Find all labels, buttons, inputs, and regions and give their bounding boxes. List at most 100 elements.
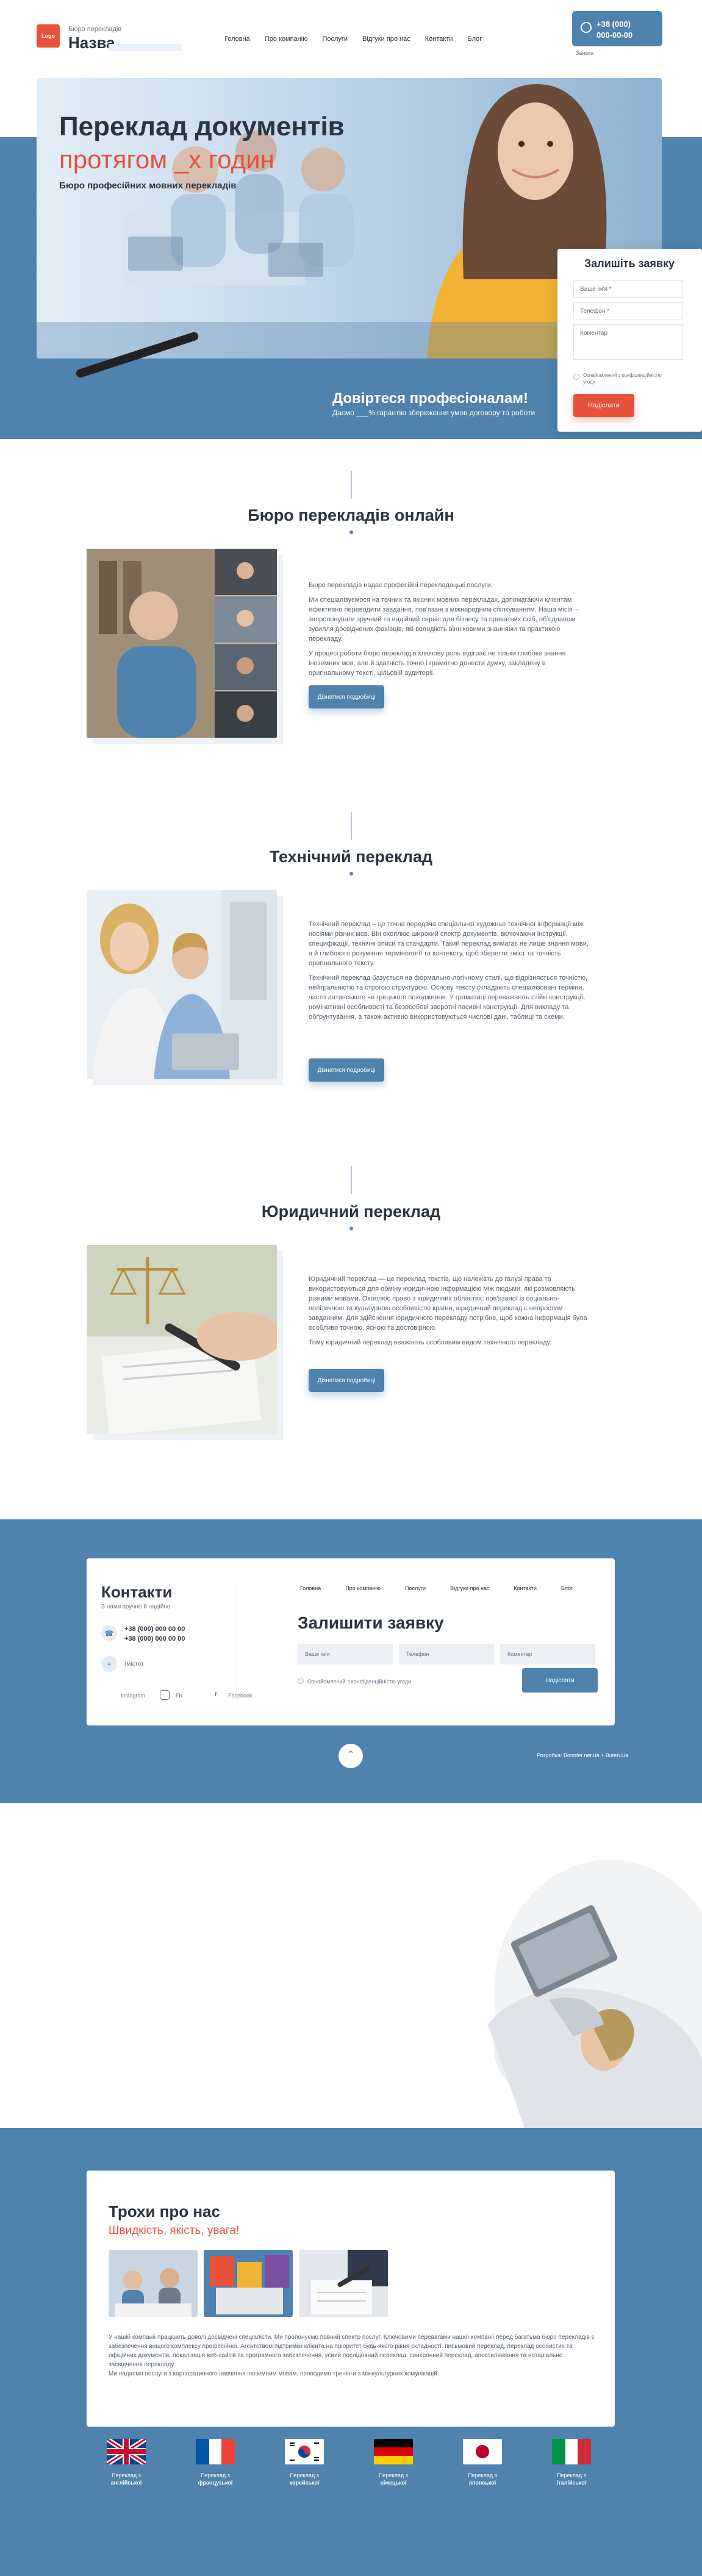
section-title: Бюро перекладів онлайн [248,506,454,524]
logo[interactable]: Logo [37,24,60,48]
footer-phone-field[interactable]: Телефон [399,1644,494,1664]
scroll-up-button[interactable]: ⌃ [338,1744,363,1768]
france-flag-icon [196,2439,235,2464]
section-divider [351,812,352,840]
request-link[interactable]: Заявка [576,50,593,56]
about-photo-meeting [109,2250,198,2317]
consent-label: Ознайомлений з конфіденційністю угоди [583,373,662,385]
location-icon: ⌖ [101,1656,117,1672]
section-divider [351,1166,352,1194]
footer-nav-services[interactable]: Послуги [405,1585,426,1591]
logo-accent [109,44,182,51]
page: Logo Бюро перекладів Назва Головна Про к… [0,0,702,2576]
about-photo-writing [299,2250,388,2317]
about-photo-books [204,2250,293,2317]
language-english[interactable]: Переклад з англійської [87,2439,166,2486]
contact-phone-1[interactable]: +38 (000) 000 00 00 [124,1624,185,1634]
section-paragraph: Технічний переклад базується на формальн… [309,974,588,1021]
footer-nav-contacts[interactable]: Контакти [514,1585,536,1591]
nav-services[interactable]: Послуги [322,35,348,43]
about-title: Трохи про нас [109,2202,220,2221]
footer-consent-label: Ознайомлений з конфіденційністю угоди [307,1679,412,1685]
phone-field[interactable]: Телефон * [573,302,683,319]
korea-flag-icon [285,2439,324,2464]
language-prefix: Переклад з [201,2472,230,2478]
contacts-card: Контакти З нами зручно й надійно ☎ +38 (… [87,1558,615,1725]
language-italian[interactable]: Переклад з італійської [532,2439,611,2486]
nav-about[interactable]: Про компанію [265,35,308,43]
submit-button[interactable]: Надіслати [573,394,634,417]
nav-blog[interactable]: Блог [468,35,482,43]
footer-name-field[interactable]: Ваше ім'я [298,1644,393,1664]
uk-flag-icon [107,2439,146,2464]
phone-number-line1: +38 (000) [596,20,631,29]
details-button[interactable]: Дізнатися подробиці [309,1058,384,1082]
section-text: Бюро перекладів надає професійні перекла… [309,580,589,683]
details-button[interactable]: Дізнатися подробиці [309,685,384,708]
logo-subtitle: Бюро перекладів [68,26,122,33]
section-dot [349,530,353,534]
video-call-illustration [87,549,277,738]
language-korean[interactable]: Переклад з корейської [265,2439,344,2486]
japan-flag-icon [463,2439,502,2464]
footer-nav-reviews[interactable]: Відгуки про нас [450,1585,489,1591]
nav-home[interactable]: Головна [224,35,250,43]
facebook-link[interactable]: Facebook [228,1693,253,1699]
contact-phone-2[interactable]: +38 (000) 000 00 00 [124,1634,185,1644]
language-prefix: Переклад з [468,2472,497,2478]
section-paragraph: У процесі роботи бюро перекладів ключову… [309,650,566,677]
online-bureau-image [87,549,277,738]
comment-field[interactable]: Коментар [573,324,683,360]
about-subtitle: Швидкість, якість, увага! [109,2224,240,2237]
language-prefix: Переклад з [290,2472,319,2478]
section-dot [349,872,353,876]
request-form-title: Залишіть заявку [584,257,675,269]
section-paragraph: Бюро перекладів надає професійні перекла… [309,582,493,589]
footer-submit-button[interactable]: Надіслати [522,1668,598,1693]
section-paragraph: Тому юридичний переклад вважають особлив… [309,1339,552,1346]
nav-reviews[interactable]: Відгуки про нас [362,35,410,43]
phone-icon: ☎ [101,1625,117,1641]
footer-nav: Головна Про компанію Послуги Відгуки про… [300,1585,597,1591]
section-text: Юридичний переклад — це переклад текстів… [309,1274,589,1352]
language-name: японської [468,2480,496,2486]
footer-nav-about[interactable]: Про компанію [345,1585,381,1591]
footer-nav-home[interactable]: Головна [300,1585,321,1591]
section-title: Юридичний переклад [261,1202,441,1221]
contacts-subtitle: З нами зручно й надійно [101,1604,171,1610]
name-field[interactable]: Ваше ім'я * [573,280,683,298]
footer-comment-field[interactable]: Коментар [500,1644,595,1664]
footer-nav-blog[interactable]: Блог [561,1585,573,1591]
office-team-illustration [87,890,277,1079]
phone-button[interactable]: +38 (000) 000-00-00 [572,11,662,46]
language-name: англійської [110,2480,142,2486]
phone-icon [581,22,592,33]
woman-laptop-illustration [488,1860,702,2128]
details-button[interactable]: Дізнатися подробиці [309,1369,384,1392]
section-title: Технічний переклад [269,847,433,866]
developer-credit[interactable]: Розробка: Bonofer.net.ua + Buten.Ua [537,1752,628,1758]
trust-title: Довіртеся професіоналам! [332,390,529,407]
hero-title-accent: протягом _х годин [59,145,274,174]
language-name: корейської [289,2480,320,2486]
language-french[interactable]: Переклад з французької [176,2439,255,2486]
about-card: Трохи про нас Швидкість, якість, увага! … [87,2171,615,2427]
footer-consent-checkbox[interactable] [298,1678,304,1684]
main-nav: Головна Про компанію Послуги Відгуки про… [224,35,496,43]
fb-link[interactable]: Fb [176,1693,182,1699]
nav-contacts[interactable]: Контакти [425,35,453,43]
language-german[interactable]: Переклад з німецької [354,2439,433,2486]
about-text: У нашій компанії працюють доволі досвідч… [109,2334,595,2377]
language-japanese[interactable]: Переклад з японської [443,2439,522,2486]
facebook-icon[interactable]: f [215,1691,217,1697]
footer-form-title: Залишити заявку [298,1613,444,1632]
instagram-icon[interactable] [160,1690,170,1700]
section-dot [349,1227,353,1230]
trust-subtitle: Даємо ___% гарантію збереження умов дого… [332,409,535,417]
section-paragraph: Технічний переклад – це точна передача с… [309,921,589,967]
instagram-link[interactable]: Instagram [121,1693,145,1699]
consent-checkbox[interactable] [573,374,579,380]
hero-title: Переклад документів [59,112,345,141]
italy-flag-icon [552,2439,591,2464]
site-header: Logo Бюро перекладів Назва Головна Про к… [0,0,702,76]
